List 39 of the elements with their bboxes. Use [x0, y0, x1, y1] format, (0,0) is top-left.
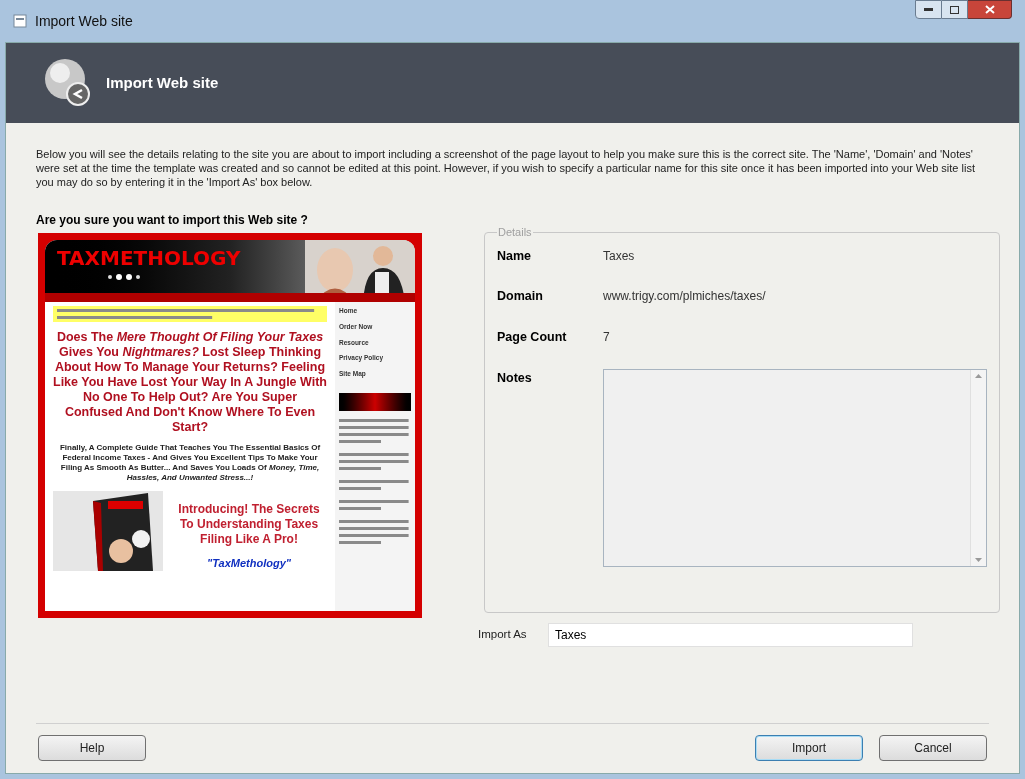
- field-value: www.trigy.com/plmiches/taxes/: [603, 288, 767, 306]
- import-as-field[interactable]: Taxes: [548, 623, 913, 647]
- field-label: Page Count: [497, 329, 568, 346]
- intro-text: Below you will see the details relating to the site you are about to import including a screenshot of the page layout to help you make sure this is the correct site. The 'Name', 'Domain' and 'Notes' were set at the time the template was created and so cannot be edited at this point. However, if you wish to specify a particular name for this site once it has been imported into your Web site list you may do so by entering it in the 'Import As' box below.: [35, 147, 976, 189]
- scrollbar[interactable]: [970, 369, 986, 566]
- site-logo: TAXMETHOLOGY: [57, 248, 241, 268]
- group-legend: Details: [497, 224, 533, 241]
- blurred-text-drawing: [339, 497, 411, 512]
- field-value: 7: [603, 329, 611, 346]
- promo-title: Introducing! The Secrets To Understanding Taxes Filing Like A Pro!: [177, 501, 321, 547]
- confirm-question: Are you sure you want to import this Web site ?: [36, 212, 309, 229]
- minimize-icon: [924, 8, 933, 11]
- guide-text: Finally, A Complete Guide That Teaches You The Essential Basics Of Federal Income Taxes - And Gives You Excellent Tips To Make Your Filing As Smooth As Butter... And Saves You Loads Of Money, Time, Hassles, And Unwanted Stress...!: [58, 443, 322, 483]
- maximize-icon: [950, 5, 959, 14]
- import-as-label: Import As: [478, 627, 528, 643]
- dialog-button[interactable]: Help: [38, 735, 146, 761]
- blurred-text-drawing: [339, 416, 411, 445]
- product-name: "TaxMethology": [207, 555, 291, 571]
- close-button[interactable]: [968, 0, 1012, 19]
- headline: Does The Mere Thought Of Filing Your Taxes Gives You Nightmares? Lost Sleep Thinking About How To Manage Your Returns? Feeling Like You Have Lost Your Way In A Jungle With No One To Help Out? Are You Super Confused And Don't Know Where To Even Start?: [53, 330, 327, 435]
- window-icon: [13, 14, 27, 28]
- field-label: Domain: [497, 288, 544, 306]
- maximize-button[interactable]: [942, 0, 968, 19]
- scroll-down-icon: [975, 557, 982, 562]
- minimize-button[interactable]: [915, 0, 942, 19]
- dialog-button[interactable]: Cancel: [879, 735, 987, 761]
- dialog-button[interactable]: Import: [755, 735, 863, 761]
- blurred-text-drawing: [339, 477, 411, 492]
- field-value: Taxes: [603, 247, 636, 265]
- globe-icon: [44, 58, 90, 108]
- scroll-up-icon: [975, 373, 982, 378]
- blurred-text-drawing: [339, 517, 411, 546]
- blurred-text-drawing: [339, 450, 411, 472]
- sidebar-banner: [339, 392, 411, 411]
- field-label: Name: [497, 247, 533, 265]
- window-title: Import Web site: [35, 11, 133, 31]
- header-title: Import Web site: [106, 72, 219, 93]
- close-icon: [984, 5, 995, 14]
- field-label: Notes: [497, 369, 533, 387]
